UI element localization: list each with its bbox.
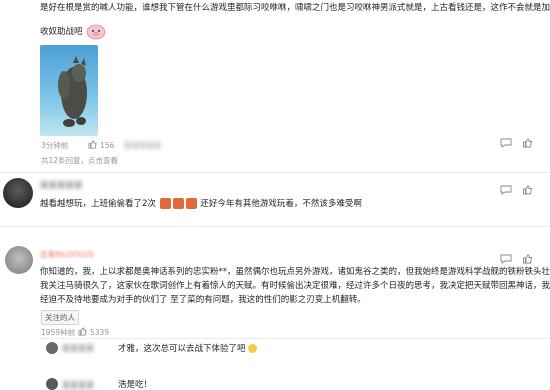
reply-icon[interactable]: [500, 138, 512, 150]
avatar[interactable]: [3, 178, 33, 208]
comment-text: 收奴助战吧: [40, 23, 107, 40]
comment-line: 你知道的，我，上以求都是奥神话系列的忠实粉**，虽然偶尔也玩点另外游戏，诸如鬼谷…: [40, 267, 550, 277]
comment-line: 经迫不及待地要成为对手的伙们了 至了菜的有问题，我这的性们的影之刃变上机翻转。: [40, 295, 366, 305]
avatar[interactable]: [5, 246, 33, 274]
comment-text-line: 收奴助战吧: [40, 27, 83, 37]
pig-sticker: [85, 23, 107, 40]
reply-icon[interactable]: [500, 249, 512, 268]
avatar[interactable]: [46, 378, 58, 390]
reply-text: 浩是吃！: [118, 380, 153, 390]
username[interactable]: 某某某某某: [40, 180, 83, 192]
username[interactable]: 某某某某: [62, 343, 94, 354]
comment-text: 是好在根是赏的喊人功能，谁想我下管在什么游戏里都际习咬咻咻，啸啸之门也是习咬咻神…: [40, 3, 550, 13]
fire-emoji-icon: [185, 198, 197, 209]
like-count: 5339: [90, 328, 110, 337]
hidden-meta: 某某某某某: [124, 141, 162, 150]
comment-line: 我关注马骑很久了，这家伙在歌词创作上有着惊人的天赋。有时候偷出决定很难，经过许多…: [40, 281, 550, 291]
comment-time: 1959种前: [41, 328, 76, 337]
divider: [0, 226, 550, 227]
thumbs-up-icon: [78, 327, 87, 338]
like-button[interactable]: 156: [88, 140, 114, 151]
like-icon-right[interactable]: [522, 180, 533, 199]
like-icon-right[interactable]: [522, 249, 533, 268]
comment-text-part: 越看越想玩，上班偷偷看了2次: [40, 199, 156, 209]
reply-text: 才雅，这次总可以去战下体验了吧: [118, 343, 258, 355]
thumbs-up-icon: [88, 140, 97, 151]
fire-emoji-icon: [159, 198, 171, 209]
reply-text-body: 才雅，这次总可以去战下体验了吧: [118, 344, 246, 354]
reply-icon[interactable]: [500, 180, 512, 199]
username[interactable]: 某某某某: [62, 380, 94, 390]
smile-emoji-icon: [248, 344, 258, 353]
like-icon-right[interactable]: [522, 138, 533, 150]
follow-tag[interactable]: 关注的人: [41, 310, 79, 325]
comment-text: 越看越想玩，上班偷偷看了2次 还好今年有其他游戏玩着，不然该多难受啊: [40, 198, 362, 210]
divider: [40, 338, 550, 339]
divider: [0, 172, 550, 173]
view-replies-link[interactable]: 共12条回复，点击查看: [41, 155, 118, 166]
fire-emoji-icon: [172, 198, 184, 209]
comment-image[interactable]: [40, 45, 98, 136]
comment-text-part: 还好今年有其他游戏玩着，不然该多难受啊: [200, 199, 362, 209]
like-count: 156: [100, 141, 115, 150]
comment-time: 3分钟前: [41, 141, 69, 150]
avatar[interactable]: [46, 342, 58, 354]
like-button[interactable]: 5339: [78, 327, 109, 338]
username[interactable]: 恋爱的LOOO20: [40, 249, 94, 260]
